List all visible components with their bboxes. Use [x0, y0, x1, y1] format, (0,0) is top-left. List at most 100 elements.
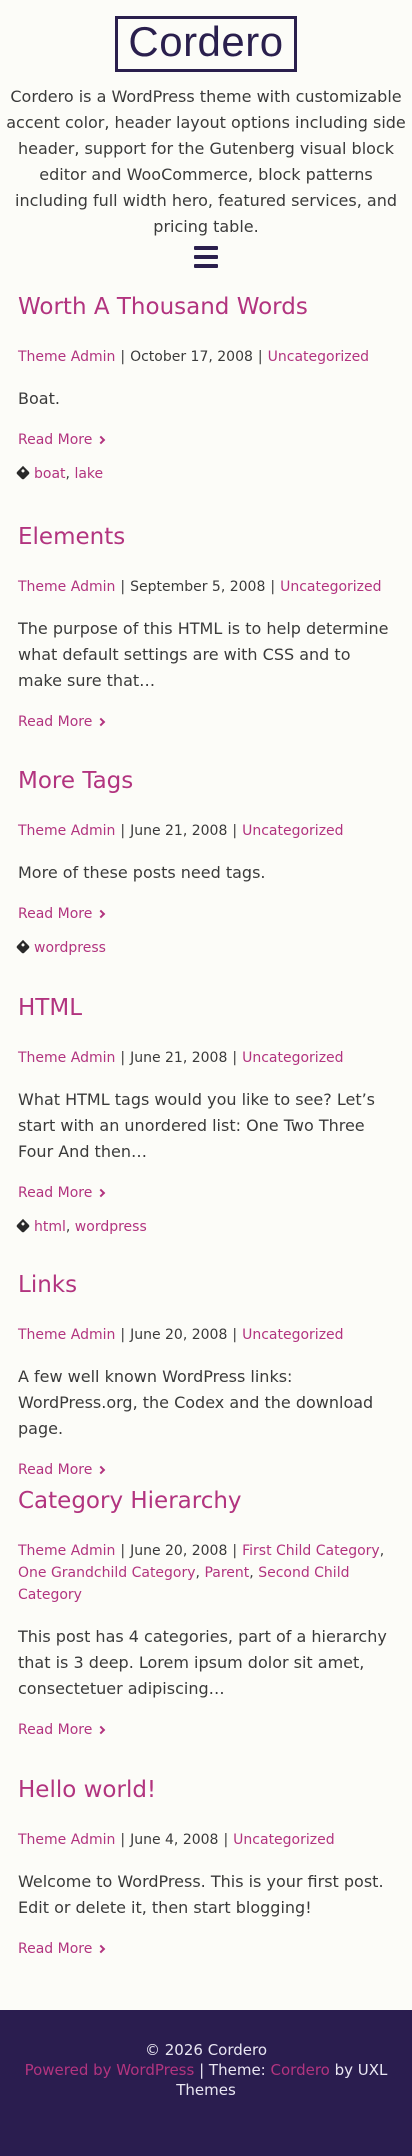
post-category-link[interactable]: First Child Category: [242, 1543, 380, 1559]
hamburger-menu-icon[interactable]: [194, 246, 218, 268]
post-date: September 5, 2008: [130, 579, 266, 595]
tag-link[interactable]: html: [34, 1219, 66, 1235]
tag-link[interactable]: wordpress: [75, 1219, 147, 1235]
post-author-link[interactable]: Theme Admin: [18, 349, 115, 365]
meta-separator: |: [232, 1543, 238, 1559]
meta-separator: |: [257, 349, 263, 365]
chevron-right-icon: [97, 1944, 106, 1954]
read-more-link[interactable]: Read More: [18, 904, 106, 924]
footer-theme-prefix: | Theme:: [199, 2061, 266, 2079]
chevron-right-icon: [97, 435, 106, 445]
post-item: More Tags Theme Admin | June 21, 2008 | Uncat…: [15, 766, 398, 958]
post-title[interactable]: Category Hierarchy: [18, 1486, 398, 1516]
post-excerpt: Boat.: [18, 389, 60, 408]
post-category-link[interactable]: Parent: [204, 1565, 249, 1581]
read-more-label: Read More: [18, 1185, 93, 1201]
site-title: Cordero: [128, 18, 284, 65]
read-more-link[interactable]: Read More: [18, 430, 106, 450]
post-date: June 20, 2008: [130, 1327, 228, 1343]
post-category-link[interactable]: Uncategorized: [242, 1050, 343, 1066]
post-tags: boat, lake: [15, 464, 398, 484]
post-category-link[interactable]: Uncategorized: [242, 823, 343, 839]
read-more-label: Read More: [18, 1722, 93, 1738]
tag-icon: [15, 1218, 31, 1234]
post-category-link[interactable]: Uncategorized: [233, 1832, 334, 1848]
read-more-link[interactable]: Read More: [18, 712, 106, 732]
post-category-link[interactable]: Uncategorized: [242, 1327, 343, 1343]
meta-separator: |: [120, 1832, 126, 1848]
post-title[interactable]: Worth A Thousand Words: [18, 292, 398, 322]
post-excerpt: A few well known WordPress links: WordPr…: [18, 1367, 374, 1438]
post-author-link[interactable]: Theme Admin: [18, 1832, 115, 1848]
site-footer: © 2026 Cordero Powered by WordPress | Th…: [0, 2010, 412, 2156]
post-author-link[interactable]: Theme Admin: [18, 823, 115, 839]
post-item: Category Hierarchy Theme Admin | June 20, 2…: [18, 1486, 398, 1740]
post-category-link[interactable]: One Grandchild Category: [18, 1565, 196, 1581]
post-title[interactable]: Hello world!: [18, 1775, 398, 1805]
read-more-label: Read More: [18, 1462, 93, 1478]
post-item: Hello world! Theme Admin | June 4, 2008 | Unc…: [18, 1775, 398, 1959]
read-more-label: Read More: [18, 432, 93, 448]
chevron-right-icon: [97, 1188, 106, 1198]
post-date: June 21, 2008: [130, 1050, 228, 1066]
tag-link[interactable]: boat: [34, 466, 66, 482]
post-meta: Theme Admin | September 5, 2008 | Uncategori…: [18, 576, 398, 598]
meta-separator: |: [120, 1050, 126, 1066]
meta-separator: |: [232, 1327, 238, 1343]
site-description: Cordero is a WordPress theme with custom…: [6, 87, 406, 236]
post-item: HTML Theme Admin | June 21, 2008 | Uncategori…: [15, 993, 398, 1237]
powered-by-link[interactable]: Powered by WordPress: [25, 2061, 195, 2079]
post-tags: wordpress: [15, 938, 398, 958]
post-meta: Theme Admin | June 20, 2008 | First Child Ca…: [18, 1543, 385, 1603]
meta-separator: |: [120, 579, 126, 595]
tag-link[interactable]: lake: [74, 466, 103, 482]
post-meta: Theme Admin | June 21, 2008 | Uncategorized: [18, 820, 398, 842]
post-title[interactable]: Links: [18, 1270, 398, 1300]
post-author-link[interactable]: Theme Admin: [18, 1543, 115, 1559]
meta-separator: |: [120, 823, 126, 839]
post-item: Elements Theme Admin | September 5, 2008 | Un…: [18, 522, 398, 732]
meta-separator: |: [120, 349, 126, 365]
site-title-link[interactable]: Cordero: [115, 16, 297, 72]
post-category-link[interactable]: Uncategorized: [268, 349, 369, 365]
post-excerpt: What HTML tags would you like to see? Le…: [18, 1090, 376, 1161]
post-meta: Theme Admin | June 21, 2008 | Uncategorized: [18, 1047, 398, 1069]
post-title[interactable]: HTML: [18, 993, 398, 1023]
post-author-link[interactable]: Theme Admin: [18, 1050, 115, 1066]
post-meta: Theme Admin | October 17, 2008 | Uncategoriz…: [18, 346, 398, 368]
post-title[interactable]: Elements: [18, 522, 398, 552]
read-more-link[interactable]: Read More: [18, 1460, 106, 1480]
read-more-link[interactable]: Read More: [18, 1939, 106, 1959]
read-more-label: Read More: [18, 906, 93, 922]
read-more-link[interactable]: Read More: [18, 1720, 106, 1740]
post-author-link[interactable]: Theme Admin: [18, 579, 115, 595]
read-more-label: Read More: [18, 714, 93, 730]
post-author-link[interactable]: Theme Admin: [18, 1327, 115, 1343]
post-item: Worth A Thousand Words Theme Admin | Octobe…: [15, 292, 398, 484]
site-header: Cordero Cordero is a WordPress theme wit…: [0, 0, 412, 272]
meta-separator: |: [270, 579, 276, 595]
tag-icon: [15, 465, 31, 481]
post-excerpt: More of these posts need tags.: [18, 863, 266, 882]
post-excerpt: Welcome to WordPress. This is your first…: [18, 1872, 384, 1917]
post-item: Links Theme Admin | June 20, 2008 | Uncategor…: [18, 1270, 398, 1480]
tag-link[interactable]: wordpress: [34, 940, 106, 956]
post-date: October 17, 2008: [130, 349, 253, 365]
post-excerpt: The purpose of this HTML is to help dete…: [18, 619, 389, 690]
tag-icon: [15, 939, 31, 955]
chevron-right-icon: [97, 1725, 106, 1735]
read-more-link[interactable]: Read More: [18, 1183, 106, 1203]
meta-separator: |: [120, 1543, 126, 1559]
read-more-label: Read More: [18, 1941, 93, 1957]
footer-copyright: © 2026 Cordero: [144, 2041, 268, 2059]
theme-link[interactable]: Cordero: [271, 2061, 330, 2079]
post-date: June 4, 2008: [130, 1832, 219, 1848]
chevron-right-icon: [97, 717, 106, 727]
meta-separator: |: [232, 1050, 238, 1066]
chevron-right-icon: [97, 1465, 106, 1475]
post-excerpt: This post has 4 categories, part of a hi…: [18, 1627, 387, 1698]
post-date: June 20, 2008: [130, 1543, 228, 1559]
post-meta: Theme Admin | June 20, 2008 | Uncategorized: [18, 1324, 398, 1346]
post-category-link[interactable]: Uncategorized: [280, 579, 381, 595]
post-title[interactable]: More Tags: [18, 766, 398, 796]
